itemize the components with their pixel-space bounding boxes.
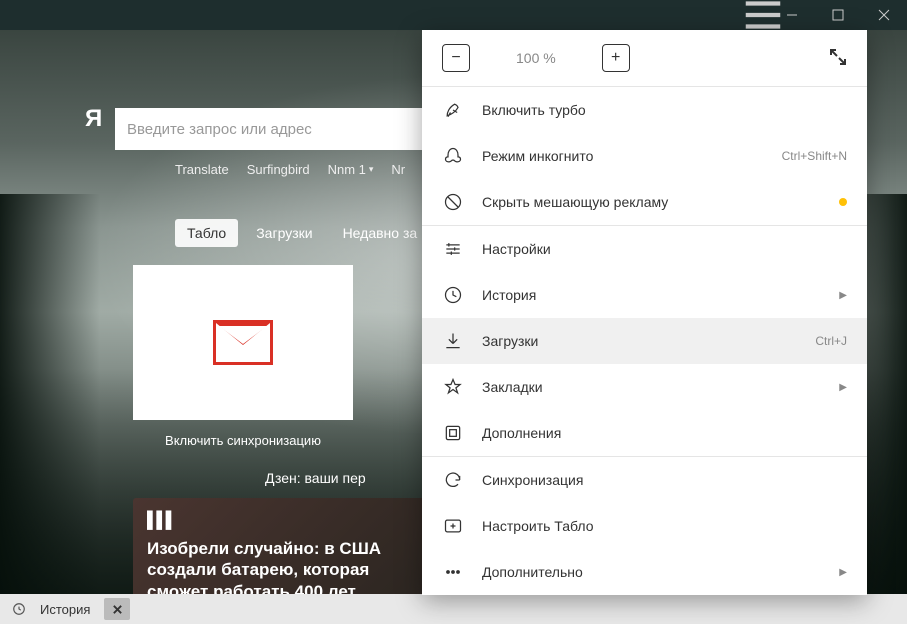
tile-gmail[interactable]: Включить синхронизацию bbox=[133, 265, 353, 420]
menu-sync[interactable]: Синхронизация bbox=[422, 457, 867, 503]
hamburger-menu-button[interactable] bbox=[740, 0, 786, 30]
history-icon bbox=[442, 284, 464, 306]
zen-card-title: Изобрели случайно: в США создали батарею… bbox=[147, 538, 419, 602]
menu-settings[interactable]: Настройки bbox=[422, 226, 867, 272]
menu-bookmarks[interactable]: Закладки ▶ bbox=[422, 364, 867, 410]
chevron-right-icon: ▶ bbox=[839, 382, 847, 393]
settings-icon bbox=[442, 238, 464, 260]
fullscreen-button[interactable] bbox=[829, 48, 847, 69]
menu-incognito[interactable]: Режим инкогнито Ctrl+Shift+N bbox=[422, 133, 867, 179]
menu-item-label: Дополнения bbox=[482, 425, 847, 441]
zoom-in-button[interactable]: + bbox=[602, 44, 630, 72]
sync-icon bbox=[442, 469, 464, 491]
sync-label[interactable]: Включить синхронизацию bbox=[133, 433, 353, 448]
bottombar-label[interactable]: История bbox=[40, 602, 90, 617]
clock-icon bbox=[12, 602, 26, 616]
gmail-icon bbox=[213, 320, 273, 365]
tab-downloads[interactable]: Загрузки bbox=[244, 219, 324, 247]
tab-tablo[interactable]: Табло bbox=[175, 219, 238, 247]
menu-item-label: Закладки bbox=[482, 379, 831, 395]
zen-card[interactable]: ▌▌▌ Изобрели случайно: в США создали бат… bbox=[133, 498, 433, 608]
block-icon bbox=[442, 191, 464, 213]
menu-item-label: История bbox=[482, 287, 831, 303]
publisher-icon: ▌▌▌ bbox=[147, 512, 419, 530]
menu-item-label: Режим инкогнито bbox=[482, 148, 782, 164]
rocket-icon bbox=[442, 99, 464, 121]
incognito-icon bbox=[442, 145, 464, 167]
quicklink-nnm1[interactable]: Nnm 1 ▾ bbox=[328, 162, 374, 177]
download-icon bbox=[442, 330, 464, 352]
menu-hide-ads[interactable]: Скрыть мешающую рекламу bbox=[422, 179, 867, 225]
zoom-row: − 100 % + bbox=[422, 30, 867, 86]
zoom-out-button[interactable]: − bbox=[442, 44, 470, 72]
menu-customize-tablo[interactable]: Настроить Табло bbox=[422, 503, 867, 549]
more-icon bbox=[442, 561, 464, 583]
menu-history[interactable]: История ▶ bbox=[422, 272, 867, 318]
quicklink-surfingbird[interactable]: Surfingbird bbox=[247, 162, 310, 177]
zoom-value: 100 % bbox=[516, 50, 556, 66]
yandex-logo[interactable]: Я bbox=[85, 105, 102, 133]
menu-turbo[interactable]: Включить турбо bbox=[422, 87, 867, 133]
chevron-down-icon: ▾ bbox=[369, 164, 374, 175]
chevron-right-icon: ▶ bbox=[839, 290, 847, 301]
quicklink-nr[interactable]: Nr bbox=[391, 162, 405, 177]
menu-item-label: Включить турбо bbox=[482, 102, 847, 118]
menu-downloads[interactable]: Загрузки Ctrl+J bbox=[422, 318, 867, 364]
window-maximize-button[interactable] bbox=[815, 0, 861, 30]
chevron-right-icon: ▶ bbox=[839, 567, 847, 578]
window-titlebar bbox=[0, 0, 907, 30]
tab-recent[interactable]: Недавно за bbox=[331, 219, 430, 247]
bottombar-close-button[interactable] bbox=[104, 598, 130, 620]
menu-shortcut: Ctrl+J bbox=[815, 334, 847, 348]
menu-item-label: Загрузки bbox=[482, 333, 815, 349]
menu-item-label: Настройки bbox=[482, 241, 847, 257]
addons-icon bbox=[442, 422, 464, 444]
tab-add-icon bbox=[442, 515, 464, 537]
menu-addons[interactable]: Дополнения bbox=[422, 410, 867, 456]
star-icon bbox=[442, 376, 464, 398]
menu-more[interactable]: Дополнительно ▶ bbox=[422, 549, 867, 595]
main-menu-dropdown: − 100 % + Включить турбо Режим инкогнито… bbox=[422, 30, 867, 595]
menu-item-label: Дополнительно bbox=[482, 564, 831, 580]
menu-item-label: Скрыть мешающую рекламу bbox=[482, 194, 831, 210]
status-dot-icon bbox=[839, 198, 847, 206]
downloads-bar: История bbox=[0, 594, 907, 624]
menu-item-label: Синхронизация bbox=[482, 472, 847, 488]
quicklink-translate[interactable]: Translate bbox=[175, 162, 229, 177]
menu-shortcut: Ctrl+Shift+N bbox=[782, 149, 847, 163]
menu-item-label: Настроить Табло bbox=[482, 518, 847, 534]
window-close-button[interactable] bbox=[861, 0, 907, 30]
